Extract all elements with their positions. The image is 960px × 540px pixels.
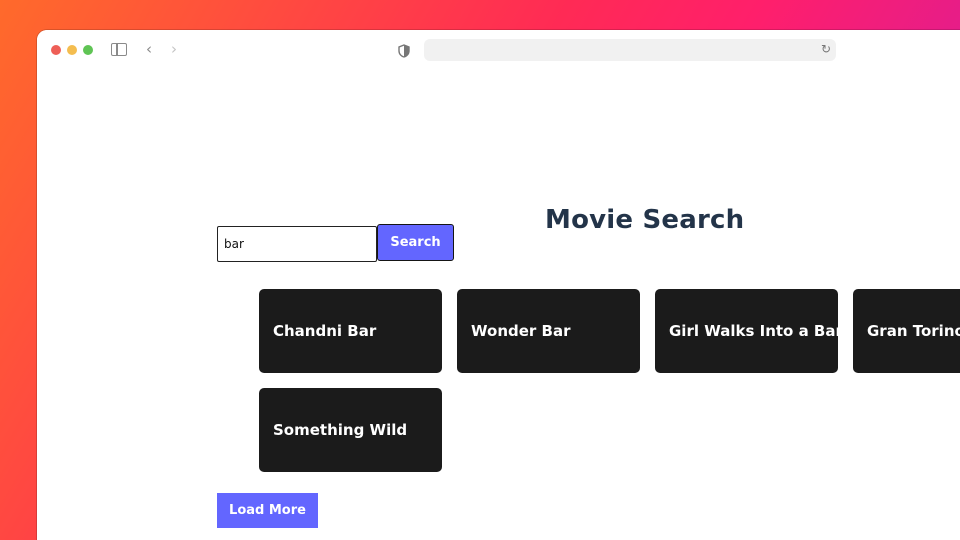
movie-title: Something Wild [273,421,408,439]
reload-icon[interactable]: ↻ [821,42,831,56]
movie-title: Chandni Bar [273,322,377,340]
zoom-window-button[interactable] [83,45,93,55]
load-more-button[interactable]: Load More [217,493,318,528]
page-title: Movie Search [545,205,745,235]
movie-title: Wonder Bar [471,322,571,340]
browser-window: ‹ › ↻ Movie Search Search Chandni Bar Wo… [37,30,960,540]
minimize-window-button[interactable] [67,45,77,55]
page-content: Movie Search Search Chandni Bar Wonder B… [37,70,960,540]
search-input[interactable] [217,226,377,262]
movie-card[interactable]: Girl Walks Into a Bar [655,289,843,373]
sidebar-icon[interactable] [111,43,127,56]
movie-card[interactable]: Something Wild [259,388,442,472]
movie-title: Gran Torino [867,322,960,340]
movie-card[interactable]: Chandni Bar [259,289,442,373]
chevron-right-icon[interactable]: › [171,40,177,58]
search-button[interactable]: Search [377,224,454,261]
browser-toolbar: ‹ › ↻ [37,30,960,70]
shield-icon[interactable] [398,43,410,58]
close-window-button[interactable] [51,45,61,55]
movie-card[interactable]: Wonder Bar [457,289,640,373]
movie-title: Girl Walks Into a Bar [669,322,843,340]
address-bar[interactable]: ↻ [424,39,836,61]
chevron-left-icon[interactable]: ‹ [146,40,152,58]
movie-card[interactable]: Gran Torino [853,289,960,373]
